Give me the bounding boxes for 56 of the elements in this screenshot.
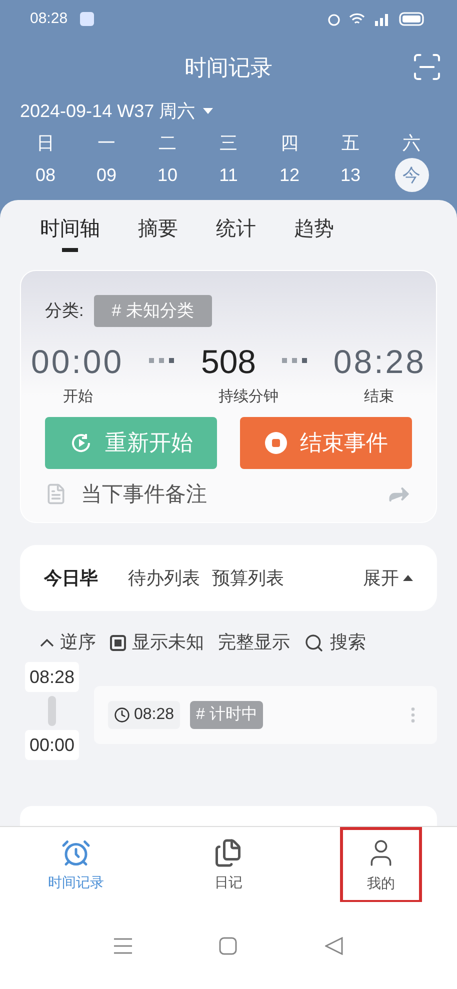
- chevron-up-icon: [40, 638, 54, 646]
- weekday-label: 一: [98, 132, 116, 155]
- dots-icon: [282, 358, 308, 364]
- weekday-label: 二: [158, 132, 176, 155]
- end-time: 08:28: [333, 342, 426, 382]
- alarm-clock-icon: [61, 838, 92, 868]
- duration-value: 508: [200, 342, 256, 382]
- tab[interactable]: 趋势: [294, 214, 334, 256]
- entry-tag: # 计时中: [190, 701, 264, 729]
- time-label: 00:00: [25, 730, 79, 760]
- note-icon: [45, 483, 67, 506]
- nav-item[interactable]: 我的: [340, 827, 422, 903]
- home-icon[interactable]: [219, 936, 238, 954]
- weekday-label: 六: [402, 132, 420, 155]
- weekday-label: 日: [36, 132, 54, 155]
- scan-icon[interactable]: [411, 51, 443, 83]
- expand-button[interactable]: 展开: [363, 564, 413, 592]
- category-label: 分类:: [45, 300, 84, 322]
- menu-icon[interactable]: [114, 938, 132, 954]
- stop-icon: [264, 430, 288, 454]
- list-tab[interactable]: 预算列表: [212, 564, 284, 592]
- status-time: 08:28: [30, 8, 68, 29]
- weekday-label: 三: [220, 132, 238, 155]
- caret-icon: [203, 108, 214, 114]
- app-icon: [80, 12, 94, 26]
- caret-icon: [403, 575, 413, 581]
- event-entry[interactable]: 08:28 # 计时中: [94, 686, 437, 744]
- start-time: 00:00: [31, 342, 124, 382]
- signal-icon: [373, 12, 391, 26]
- start-label: 开始: [63, 387, 93, 407]
- back-icon[interactable]: [325, 936, 344, 954]
- search-icon: [304, 632, 324, 652]
- toolbar-button[interactable]: 完整显示: [218, 629, 290, 656]
- documents-icon: [213, 838, 244, 868]
- dots-icon: [149, 358, 176, 364]
- tab[interactable]: 摘要: [138, 214, 178, 256]
- toolbar-button[interactable]: 搜索: [304, 629, 366, 656]
- clock-icon: [114, 707, 130, 723]
- weekday-label: 四: [280, 132, 298, 155]
- list-tab[interactable]: 待办列表: [128, 564, 200, 592]
- toolbar-button[interactable]: 逆序: [40, 629, 96, 656]
- page-title: 时间记录: [184, 54, 272, 82]
- toolbar-button[interactable]: 显示未知: [110, 629, 204, 656]
- nav-item[interactable]: 日记: [188, 827, 268, 903]
- battery-icon: [399, 12, 427, 26]
- square-icon: [110, 634, 126, 650]
- wifi-icon: [349, 12, 365, 26]
- list-tab[interactable]: 今日毕: [44, 564, 98, 592]
- duration-label: 持续分钟: [218, 387, 278, 407]
- weekday-label: 五: [342, 132, 360, 155]
- note-field[interactable]: 当下事件备注: [81, 478, 386, 510]
- tab[interactable]: 统计: [216, 214, 256, 256]
- end-label: 结束: [364, 387, 394, 407]
- entry-time: 08:28: [108, 701, 180, 729]
- time-label: 08:28: [25, 662, 79, 692]
- timeline-bar: [48, 696, 56, 726]
